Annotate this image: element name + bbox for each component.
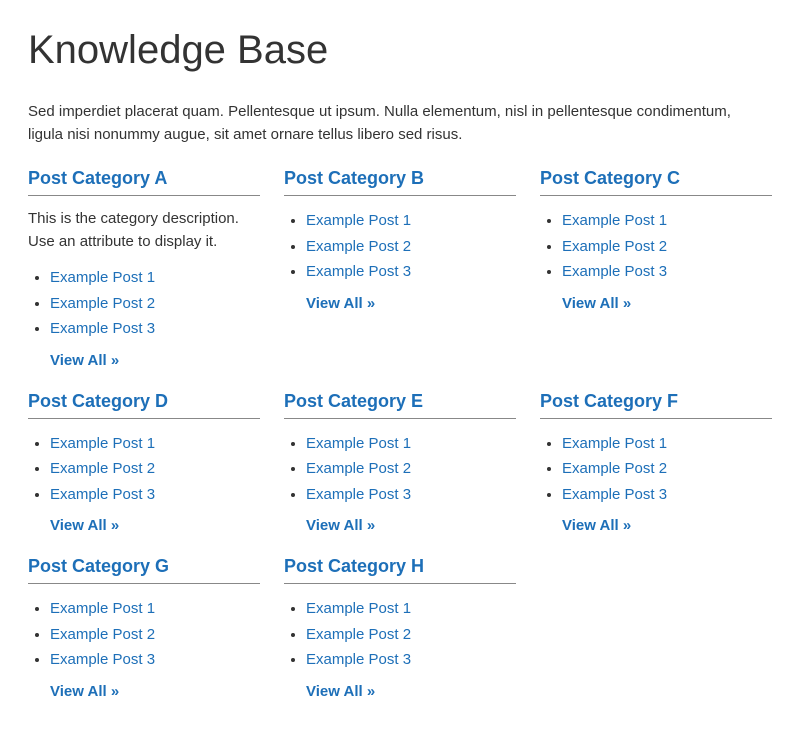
view-all-link[interactable]: View All » [50, 352, 119, 369]
list-item: Example Post 1 [50, 431, 260, 457]
post-link[interactable]: Example Post 2 [306, 460, 411, 477]
category-title[interactable]: Post Category H [284, 556, 516, 584]
post-link[interactable]: Example Post 2 [50, 295, 155, 312]
list-item: Example Post 3 [562, 482, 772, 508]
list-item: Example Post 2 [306, 622, 516, 648]
post-link[interactable]: Example Post 3 [306, 486, 411, 503]
list-item: Example Post 2 [562, 456, 772, 482]
list-item: Example Post 3 [50, 482, 260, 508]
post-link[interactable]: Example Post 1 [562, 435, 667, 452]
list-item: Example Post 1 [306, 208, 516, 234]
post-link[interactable]: Example Post 1 [306, 212, 411, 229]
post-link[interactable]: Example Post 1 [562, 212, 667, 229]
category-title[interactable]: Post Category A [28, 168, 260, 196]
view-all-link[interactable]: View All » [562, 517, 631, 534]
post-link[interactable]: Example Post 3 [306, 263, 411, 280]
post-link[interactable]: Example Post 1 [50, 269, 155, 286]
category-card: Post Category A This is the category desc… [28, 168, 260, 379]
category-title[interactable]: Post Category B [284, 168, 516, 196]
list-item: Example Post 2 [50, 622, 260, 648]
category-title[interactable]: Post Category E [284, 391, 516, 419]
list-item: Example Post 2 [50, 291, 260, 317]
list-item: Example Post 3 [50, 316, 260, 342]
category-title[interactable]: Post Category C [540, 168, 772, 196]
view-all-link[interactable]: View All » [306, 517, 375, 534]
category-title[interactable]: Post Category G [28, 556, 260, 584]
post-list: Example Post 1 Example Post 2 Example Post… [28, 265, 260, 342]
list-item: Example Post 1 [562, 431, 772, 457]
post-list: Example Post 1 Example Post 2 Example Post… [28, 431, 260, 508]
category-card: Post Category FExample Post 1Example Pos… [540, 391, 772, 545]
post-link[interactable]: Example Post 3 [50, 651, 155, 668]
page-title: Knowledge Base [28, 28, 772, 73]
list-item: Example Post 3 [306, 482, 516, 508]
post-link[interactable]: Example Post 2 [50, 460, 155, 477]
post-link[interactable]: Example Post 2 [306, 238, 411, 255]
category-card: Post Category BExample Post 1Example Pos… [284, 168, 516, 379]
list-item: Example Post 1 [562, 208, 772, 234]
list-item: Example Post 3 [306, 647, 516, 673]
category-title[interactable]: Post Category D [28, 391, 260, 419]
list-item: Example Post 3 [562, 259, 772, 285]
category-card: Post Category HExample Post 1Example Pos… [284, 556, 516, 710]
post-link[interactable]: Example Post 3 [306, 651, 411, 668]
post-list: Example Post 1 Example Post 2 Example Post… [540, 431, 772, 508]
post-link[interactable]: Example Post 1 [50, 600, 155, 617]
post-link[interactable]: Example Post 2 [562, 460, 667, 477]
list-item: Example Post 2 [562, 234, 772, 260]
category-title[interactable]: Post Category F [540, 391, 772, 419]
list-item: Example Post 2 [50, 456, 260, 482]
post-link[interactable]: Example Post 3 [562, 263, 667, 280]
category-card: Post Category GExample Post 1Example Pos… [28, 556, 260, 710]
view-all-link[interactable]: View All » [306, 295, 375, 312]
post-list: Example Post 1 Example Post 2 Example Post… [284, 596, 516, 673]
list-item: Example Post 3 [50, 647, 260, 673]
post-link[interactable]: Example Post 2 [50, 626, 155, 643]
post-list: Example Post 1 Example Post 2 Example Post… [284, 208, 516, 285]
category-card: Post Category EExample Post 1Example Pos… [284, 391, 516, 545]
view-all-link[interactable]: View All » [50, 683, 119, 700]
list-item: Example Post 1 [50, 596, 260, 622]
view-all-link[interactable]: View All » [50, 517, 119, 534]
intro-text: Sed imperdiet placerat quam. Pellentesqu… [28, 101, 768, 146]
post-link[interactable]: Example Post 3 [50, 486, 155, 503]
list-item: Example Post 2 [306, 456, 516, 482]
post-link[interactable]: Example Post 2 [562, 238, 667, 255]
list-item: Example Post 1 [306, 596, 516, 622]
post-link[interactable]: Example Post 3 [50, 320, 155, 337]
list-item: Example Post 2 [306, 234, 516, 260]
category-card: Post Category DExample Post 1Example Pos… [28, 391, 260, 545]
view-all-link[interactable]: View All » [562, 295, 631, 312]
post-link[interactable]: Example Post 2 [306, 626, 411, 643]
list-item: Example Post 1 [50, 265, 260, 291]
category-grid: Post Category A This is the category desc… [28, 168, 772, 710]
post-list: Example Post 1 Example Post 2 Example Post… [28, 596, 260, 673]
category-description: This is the category description. Use an… [28, 208, 260, 253]
post-link[interactable]: Example Post 3 [562, 486, 667, 503]
post-link[interactable]: Example Post 1 [306, 600, 411, 617]
list-item: Example Post 1 [306, 431, 516, 457]
category-card: Post Category CExample Post 1Example Pos… [540, 168, 772, 379]
list-item: Example Post 3 [306, 259, 516, 285]
post-link[interactable]: Example Post 1 [50, 435, 155, 452]
view-all-link[interactable]: View All » [306, 683, 375, 700]
post-list: Example Post 1 Example Post 2 Example Post… [284, 431, 516, 508]
post-list: Example Post 1 Example Post 2 Example Post… [540, 208, 772, 285]
post-link[interactable]: Example Post 1 [306, 435, 411, 452]
